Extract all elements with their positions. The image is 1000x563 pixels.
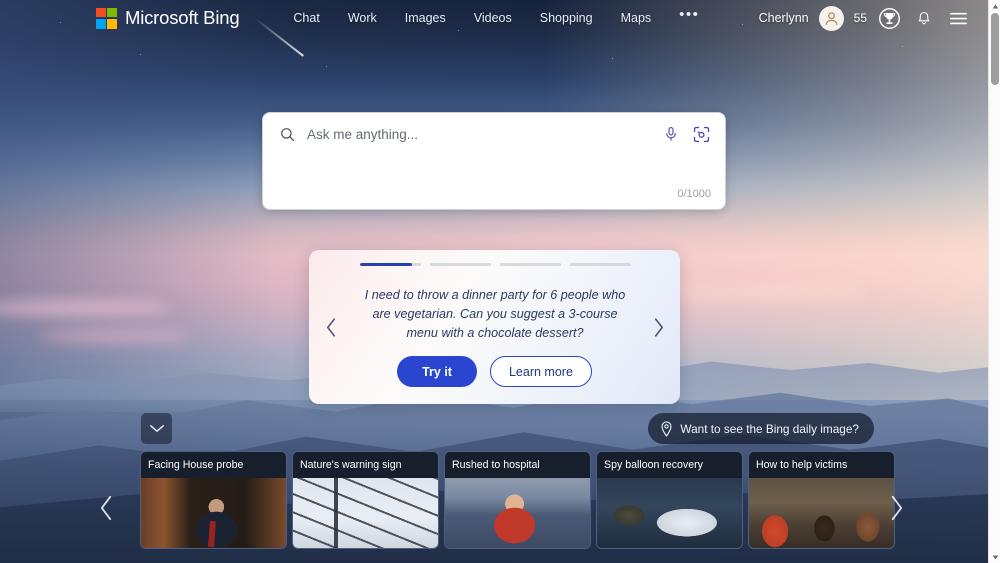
rewards-trophy-icon <box>879 7 900 29</box>
avatar[interactable] <box>818 5 844 31</box>
daily-image-label: Want to see the Bing daily image? <box>680 421 859 436</box>
user-name[interactable]: Cherlynn <box>759 11 809 25</box>
news-card-title: Spy balloon recovery <box>597 452 742 478</box>
bing-homepage: Microsoft Bing Chat Work Images Videos S… <box>0 0 1000 563</box>
star <box>326 66 327 67</box>
news-card-thumbnail <box>141 478 286 548</box>
person-avatar-icon <box>825 11 838 25</box>
character-counter: 0/1000 <box>677 188 711 200</box>
try-it-button[interactable]: Try it <box>397 356 477 387</box>
news-card-thumbnail <box>749 478 894 548</box>
nav-link-chat[interactable]: Chat <box>293 11 319 25</box>
nav-link-work[interactable]: Work <box>348 11 377 25</box>
notifications-button[interactable] <box>912 6 936 30</box>
progress-segment[interactable] <box>500 263 561 266</box>
visual-search-button[interactable] <box>692 125 711 144</box>
page-scrollbar[interactable] <box>988 0 1000 563</box>
search-icon[interactable] <box>279 126 296 143</box>
news-card-title: Nature's warning sign <box>293 452 438 478</box>
chevron-left-icon <box>326 317 335 337</box>
news-card-title: Rushed to hospital <box>445 452 590 478</box>
hamburger-menu-button[interactable] <box>946 6 970 30</box>
bell-icon <box>918 11 930 24</box>
chevron-right-icon <box>891 495 902 521</box>
news-card[interactable]: How to help victims <box>748 451 895 549</box>
carousel-progress-indicator <box>360 263 631 266</box>
cloud-streak <box>40 330 190 342</box>
search-input[interactable] <box>307 126 663 142</box>
news-card-thumbnail <box>293 478 438 548</box>
suggestion-actions: Try it Learn more <box>309 356 680 387</box>
carousel-next-button[interactable] <box>876 481 916 535</box>
ellipsis-icon[interactable]: ••• <box>679 7 699 24</box>
visual-search-camera-icon <box>693 126 710 142</box>
news-card-thumbnail <box>445 478 590 548</box>
learn-more-button[interactable]: Learn more <box>489 356 592 387</box>
news-card[interactable]: Facing House probe <box>140 451 287 549</box>
carousel-prev-button[interactable] <box>86 481 126 535</box>
progress-segment[interactable] <box>430 263 491 266</box>
news-card[interactable]: Nature's warning sign <box>292 451 439 549</box>
top-navigation-bar: Microsoft Bing Chat Work Images Videos S… <box>0 0 988 36</box>
microsoft-squares-logo-icon <box>96 7 117 29</box>
star <box>140 54 141 55</box>
chevron-right-icon <box>654 317 663 337</box>
nav-link-shopping[interactable]: Shopping <box>540 11 593 25</box>
scroll-down-button[interactable] <box>989 551 1000 563</box>
nav-link-maps[interactable]: Maps <box>621 11 652 25</box>
nav-link-videos[interactable]: Videos <box>474 11 512 25</box>
logo-text: Microsoft Bing <box>125 7 240 28</box>
progress-segment[interactable] <box>360 263 421 266</box>
scroll-down-arrow-icon <box>992 555 998 559</box>
scrollbar-thumb[interactable] <box>991 13 999 85</box>
rewards-points: 55 <box>853 11 867 25</box>
news-card-title: Facing House probe <box>141 452 286 478</box>
news-card[interactable]: Spy balloon recovery <box>596 451 743 549</box>
suggestion-prompt-text: I need to throw a dinner party for 6 peo… <box>364 288 626 340</box>
hamburger-menu-icon <box>949 12 967 24</box>
nav-link-images[interactable]: Images <box>405 11 446 25</box>
scroll-up-arrow-icon <box>992 4 998 8</box>
suggestion-next-button[interactable] <box>647 312 669 342</box>
star <box>902 46 903 47</box>
search-input-row <box>263 113 725 155</box>
suggestion-prev-button[interactable] <box>320 312 342 342</box>
scroll-up-button[interactable] <box>989 0 1000 12</box>
star <box>612 58 613 59</box>
news-card-title: How to help victims <box>749 452 894 478</box>
voice-search-button[interactable] <box>663 125 679 143</box>
suggestion-card: I need to throw a dinner party for 6 peo… <box>309 250 680 404</box>
rewards-trophy-button[interactable] <box>877 6 902 31</box>
daily-image-pill[interactable]: Want to see the Bing daily image? <box>648 413 874 444</box>
location-pin-icon <box>661 420 672 437</box>
collapse-feed-button[interactable] <box>141 413 172 444</box>
progress-segment[interactable] <box>570 263 631 266</box>
news-card-thumbnail <box>597 478 742 548</box>
news-carousel: Facing House probe Nature's warning sign… <box>140 451 895 549</box>
search-box[interactable]: 0/1000 <box>262 112 726 210</box>
microsoft-bing-logo[interactable]: Microsoft Bing <box>96 7 240 29</box>
chevron-left-icon <box>100 495 111 521</box>
chevron-down-icon <box>149 425 164 432</box>
microphone-icon <box>666 127 676 141</box>
account-controls: Cherlynn 55 <box>759 5 970 31</box>
news-card[interactable]: Rushed to hospital <box>444 451 591 549</box>
nav-links: Chat Work Images Videos Shopping Maps ••… <box>293 7 699 25</box>
